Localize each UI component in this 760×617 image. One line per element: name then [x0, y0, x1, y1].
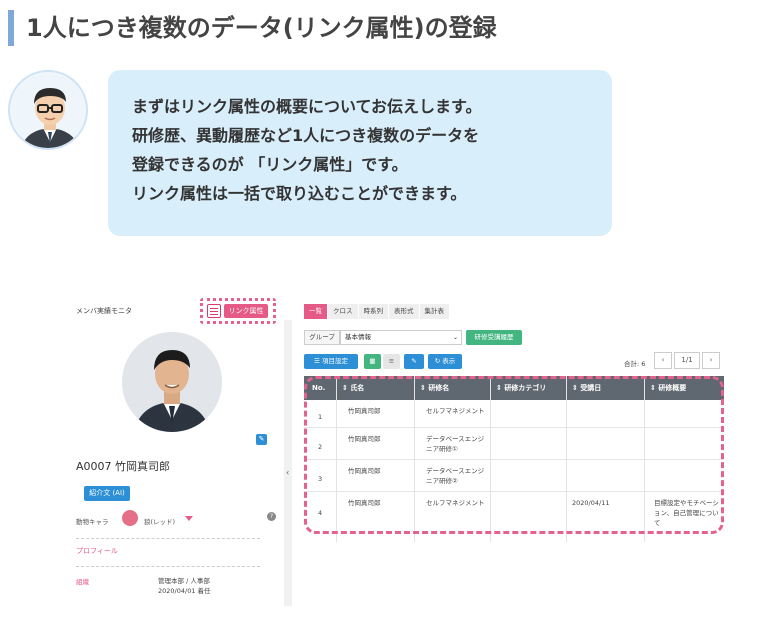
next-page-icon[interactable]: ›	[702, 352, 720, 369]
edit-icon[interactable]: ✎	[404, 354, 424, 369]
org-value: 管理本部 / 人事部 2020/04/01 着任	[158, 576, 211, 596]
presenter-avatar	[8, 70, 88, 150]
grid-view-icon[interactable]: ▦	[364, 354, 381, 369]
link-attribute-button[interactable]: リンク属性	[200, 298, 276, 324]
chevron-down-icon: ⌄	[452, 334, 458, 341]
tab-table[interactable]: 表形式	[389, 304, 419, 319]
member-panel: メンバ実績モニタ リンク属性 ✎ A0007 竹岡真司郎 紹介文 (AI) 動物…	[70, 290, 290, 606]
animal-label: 動物キャラ	[76, 518, 109, 526]
group-label: グループ	[304, 330, 340, 345]
app-screenshot: メンバ実績モニタ リンク属性 ✎ A0007 竹岡真司郎 紹介文 (AI) 動物…	[70, 290, 740, 610]
view-tabs: 一覧 クロス 時系列 表形式 集計表	[304, 304, 450, 319]
display-label: 表示	[442, 357, 456, 365]
tab-summary[interactable]: 集計表	[419, 304, 449, 319]
divider	[76, 566, 260, 567]
tab-cross[interactable]: クロス	[328, 304, 358, 319]
panel-title: メンバ実績モニタ	[76, 307, 132, 315]
group-selected: 基本情報	[345, 333, 371, 341]
list-view-icon[interactable]: ≡	[383, 354, 400, 369]
org-label: 組織	[76, 578, 89, 586]
group-select[interactable]: 基本情報 ⌄	[340, 330, 462, 345]
wolf-icon	[122, 510, 138, 526]
speech-bubble: まずはリンク属性の概要についてお伝えします。 研修歴、異動履歴など1人につき複数…	[108, 70, 612, 236]
divider	[76, 538, 260, 539]
caret-down-icon[interactable]	[185, 516, 193, 521]
help-icon[interactable]: ?	[267, 512, 276, 521]
intro-ai-button[interactable]: 紹介文 (AI)	[84, 486, 130, 501]
item-settings-button[interactable]: ☰ 項目設定	[304, 354, 358, 369]
bubble-line-2: 研修歴、異動履歴など1人につき複数のデータを	[132, 126, 480, 145]
profile-label[interactable]: プロフィール	[76, 546, 118, 556]
businessman-photo-icon	[122, 332, 222, 432]
bubble-line-1: まずはリンク属性の概要についてお伝えします。	[132, 97, 482, 116]
list-icon	[207, 304, 221, 318]
highlight-frame	[304, 376, 724, 534]
tab-timeline[interactable]: 時系列	[358, 304, 388, 319]
refresh-display-button[interactable]: ↻ 表示	[428, 354, 462, 369]
employee-photo	[122, 332, 222, 432]
org-date: 2020/04/01 着任	[158, 587, 211, 595]
animal-value[interactable]: 狼(レッド)	[144, 516, 175, 526]
tab-list[interactable]: 一覧	[304, 304, 327, 319]
page-indicator: 1/1	[674, 352, 700, 369]
title-accent-bar	[8, 10, 14, 46]
org-department: 管理本部 / 人事部	[158, 577, 210, 585]
main-panel: 一覧 クロス 時系列 表形式 集計表 グループ 基本情報 ⌄ 研修受講履歴 ☰ 項…	[304, 300, 724, 600]
bubble-line-4: リンク属性は一括で取り込むことができます。	[132, 184, 467, 203]
training-history-button[interactable]: 研修受講履歴	[466, 330, 522, 345]
employee-name: A0007 竹岡真司郎	[76, 460, 171, 473]
edit-pencil-icon[interactable]: ✎	[256, 434, 267, 445]
bubble-line-3: 登録できるのが 「リンク属性」です。	[132, 155, 408, 174]
man-with-glasses-icon	[10, 72, 86, 148]
link-attribute-label: リンク属性	[224, 304, 268, 318]
page-title: 1人につき複数のデータ(リンク属性)の登録	[26, 14, 497, 42]
panel-splitter[interactable]	[284, 320, 292, 606]
item-settings-label: 項目設定	[321, 357, 348, 365]
prev-page-icon[interactable]: ‹	[654, 352, 672, 369]
total-count: 合計: 6	[624, 360, 646, 368]
page: 1人につき複数のデータ(リンク属性)の登録 まずはリンク属性の概要についてお伝え…	[0, 0, 760, 617]
chevron-left-icon[interactable]: ‹	[286, 468, 289, 477]
